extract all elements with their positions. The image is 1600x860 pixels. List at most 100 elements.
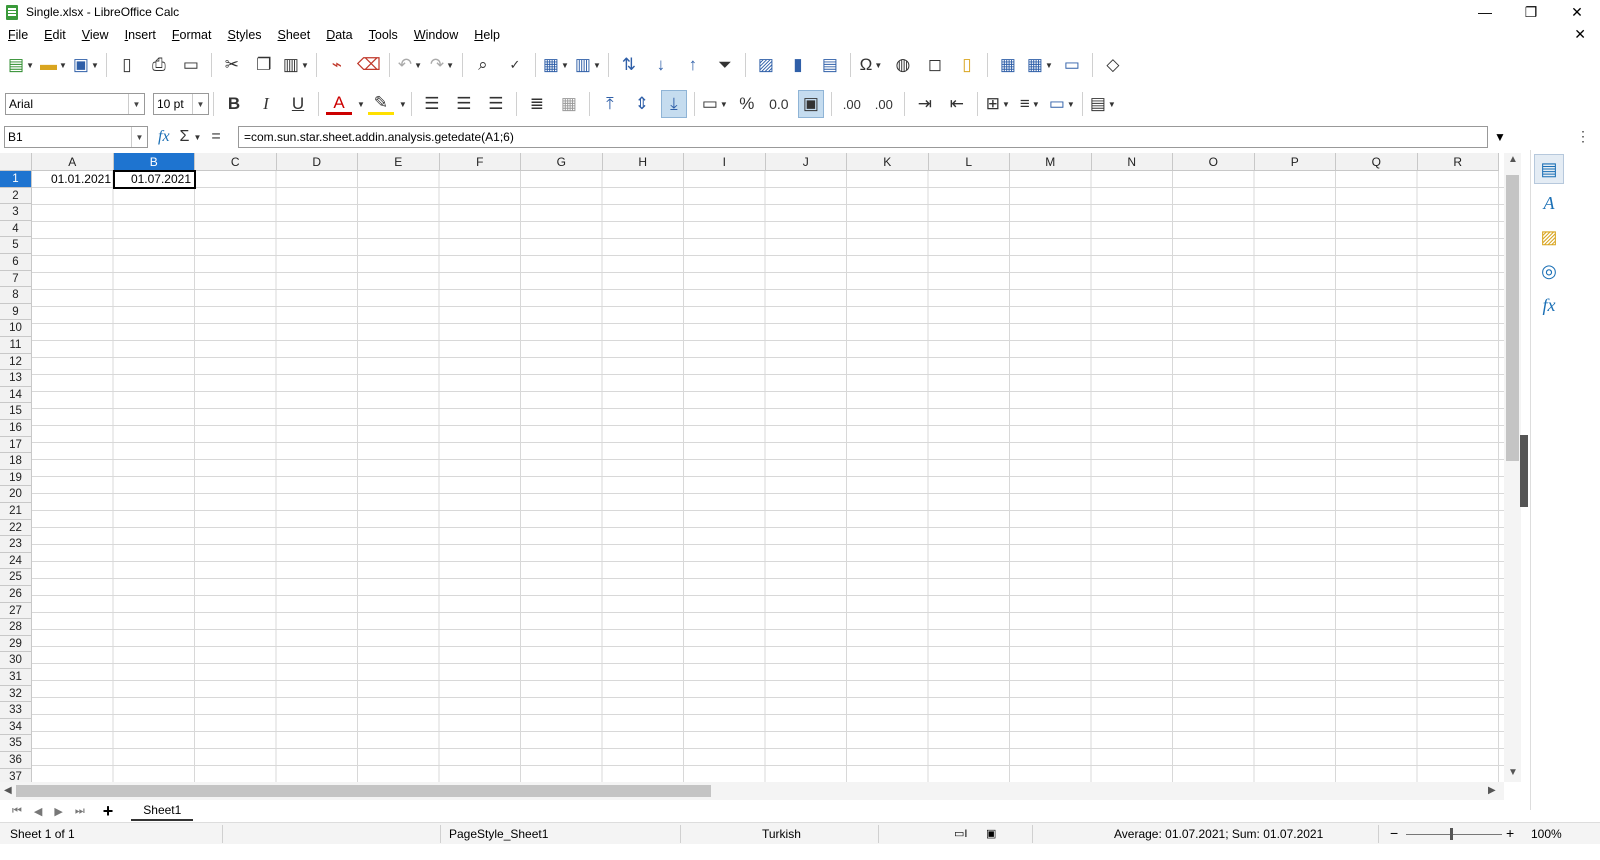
export-pdf-icon[interactable]: ▯ — [114, 51, 140, 79]
column-header-k[interactable]: K — [847, 153, 929, 171]
gallery-icon[interactable]: ▨ — [1534, 222, 1564, 252]
column-header-f[interactable]: F — [439, 153, 521, 171]
row-header-37[interactable]: 37 — [0, 768, 32, 782]
scroll-down-icon[interactable]: ▼ — [1508, 767, 1518, 778]
expand-formula-icon[interactable]: ▼ — [1494, 130, 1506, 144]
show-draw-functions-icon[interactable]: ◇ — [1100, 51, 1126, 79]
previous-sheet-icon[interactable]: ◀ — [34, 805, 42, 818]
pivot-table-icon[interactable]: ▤ — [817, 51, 843, 79]
zoom-out-button[interactable]: − — [1390, 825, 1398, 841]
sum-icon[interactable]: Σ — [180, 128, 190, 146]
undo-icon[interactable]: ↶ ▼ — [397, 51, 423, 79]
row-header-8[interactable]: 8 — [0, 287, 32, 304]
font-name-combo[interactable]: Arial ▼ — [5, 93, 145, 115]
column-header-c[interactable]: C — [195, 153, 277, 171]
language-status[interactable]: Turkish — [762, 827, 801, 841]
row-header-10[interactable]: 10 — [0, 320, 32, 337]
row-header-7[interactable]: 7 — [0, 270, 32, 288]
chevron-down-icon[interactable]: ▼ — [192, 94, 208, 114]
split-window-icon[interactable]: ▭ — [1059, 51, 1085, 79]
hyperlink-icon[interactable]: ◍ — [890, 51, 916, 79]
zoom-slider[interactable] — [1406, 834, 1502, 835]
chevron-down-icon[interactable]: ▼ — [128, 94, 144, 114]
column-header-h[interactable]: H — [602, 153, 684, 171]
row-header-31[interactable]: 31 — [0, 669, 32, 686]
row-icon[interactable]: ▦ ▼ — [543, 51, 569, 79]
row-header-26[interactable]: 26 — [0, 586, 32, 603]
comment-icon[interactable]: ◻ — [922, 51, 948, 79]
column-icon[interactable]: ▥ ▼ — [575, 51, 601, 79]
row-header-19[interactable]: 19 — [0, 469, 32, 487]
highlight-color-icon[interactable]: ✎ — [367, 93, 394, 115]
vertical-scrollbar[interactable]: ▲ ▼ — [1504, 153, 1521, 782]
column-header-q[interactable]: Q — [1336, 153, 1418, 171]
row-header-29[interactable]: 29 — [0, 635, 32, 653]
column-header-m[interactable]: M — [1010, 153, 1092, 171]
row-header-11[interactable]: 11 — [0, 337, 32, 354]
currency-format-icon[interactable]: ▭ ▼ — [702, 90, 728, 118]
row-header-32[interactable]: 32 — [0, 685, 32, 703]
next-sheet-icon[interactable]: ▶ — [54, 805, 62, 818]
sidebar-collapse-handle[interactable] — [1520, 435, 1528, 507]
print-preview-icon[interactable]: ▭ — [178, 51, 204, 79]
align-center-icon[interactable]: ☰ — [451, 90, 477, 118]
column-header-n[interactable]: N — [1091, 153, 1173, 171]
row-header-22[interactable]: 22 — [0, 519, 32, 537]
menu-sheet[interactable]: Sheet — [270, 28, 319, 42]
insert-chart-icon[interactable]: ▮ — [785, 51, 811, 79]
row-header-30[interactable]: 30 — [0, 652, 32, 669]
delete-decimal-place-button[interactable]: .00 — [871, 90, 897, 118]
italic-button[interactable]: I — [253, 90, 279, 118]
row-header-24[interactable]: 24 — [0, 552, 32, 570]
menu-file[interactable]: File — [0, 28, 36, 42]
menu-insert[interactable]: Insert — [117, 28, 164, 42]
column-header-e[interactable]: E — [358, 153, 440, 171]
column-header-p[interactable]: P — [1254, 153, 1336, 171]
menu-styles[interactable]: Styles — [219, 28, 269, 42]
menu-window[interactable]: Window — [406, 28, 466, 42]
underline-button[interactable]: U — [285, 90, 311, 118]
horizontal-scrollbar[interactable]: ◀ ▶ — [0, 782, 1504, 800]
column-header-d[interactable]: D — [276, 153, 358, 171]
column-header-r[interactable]: R — [1417, 153, 1499, 171]
sidebar-menu-icon[interactable]: ⋮ — [1576, 128, 1590, 145]
row-header-27[interactable]: 27 — [0, 602, 32, 620]
functions-icon[interactable]: fx — [1534, 290, 1564, 320]
row-header-36[interactable]: 36 — [0, 752, 32, 769]
row-header-21[interactable]: 21 — [0, 503, 32, 520]
menu-format[interactable]: Format — [164, 28, 220, 42]
menu-edit[interactable]: Edit — [36, 28, 74, 42]
properties-icon[interactable]: ▤ — [1534, 154, 1564, 184]
cell-b1[interactable]: 01.07.2021 — [113, 170, 196, 189]
formula-equals-icon[interactable]: = — [211, 128, 220, 146]
open-folder-icon[interactable]: ▬ ▼ — [40, 51, 67, 79]
spreadsheet-grid[interactable]: ABCDEFGHIJKLMNOPQR 1 2 3 4 5 6 7 8 9 10 11 12 13 14 15… — [0, 153, 1504, 782]
scroll-up-icon[interactable]: ▲ — [1508, 154, 1518, 165]
increase-indent-icon[interactable]: ⇥ — [912, 90, 938, 118]
redo-icon[interactable]: ↷ ▼ — [429, 51, 455, 79]
center-vertically-icon[interactable]: ⇕ — [629, 90, 655, 118]
document-modified-icon[interactable]: ▣ — [986, 827, 996, 840]
column-header-l[interactable]: L — [928, 153, 1010, 171]
merge-cells-icon[interactable]: ▦ — [556, 90, 582, 118]
zoom-slider-knob[interactable] — [1450, 828, 1453, 840]
zoom-in-button[interactable]: + — [1506, 825, 1514, 841]
percent-format-button[interactable]: % — [734, 90, 760, 118]
select-all-corner[interactable] — [0, 153, 32, 171]
date-format-icon[interactable]: ▣ — [797, 90, 824, 118]
minimize-button[interactable]: — — [1462, 0, 1508, 24]
clear-formatting-icon[interactable]: ⌫ — [356, 51, 382, 79]
align-top-icon[interactable]: ⤒ — [597, 90, 623, 118]
number-format-button[interactable]: 0.0 — [766, 90, 792, 118]
align-bottom-icon[interactable]: ⤓ — [660, 90, 687, 118]
row-header-23[interactable]: 23 — [0, 536, 32, 553]
chevron-down-icon[interactable]: ▼ — [193, 133, 201, 142]
headers-footers-icon[interactable]: ▯ — [954, 51, 980, 79]
row-header-4[interactable]: 4 — [0, 220, 32, 238]
column-header-a[interactable]: A — [32, 153, 114, 171]
row-header-35[interactable]: 35 — [0, 735, 32, 752]
row-header-3[interactable]: 3 — [0, 204, 32, 221]
align-right-icon[interactable]: ☰ — [483, 90, 509, 118]
add-decimal-place-button[interactable]: .00 — [839, 90, 865, 118]
sort-descending-icon[interactable]: ↑ — [680, 51, 706, 79]
